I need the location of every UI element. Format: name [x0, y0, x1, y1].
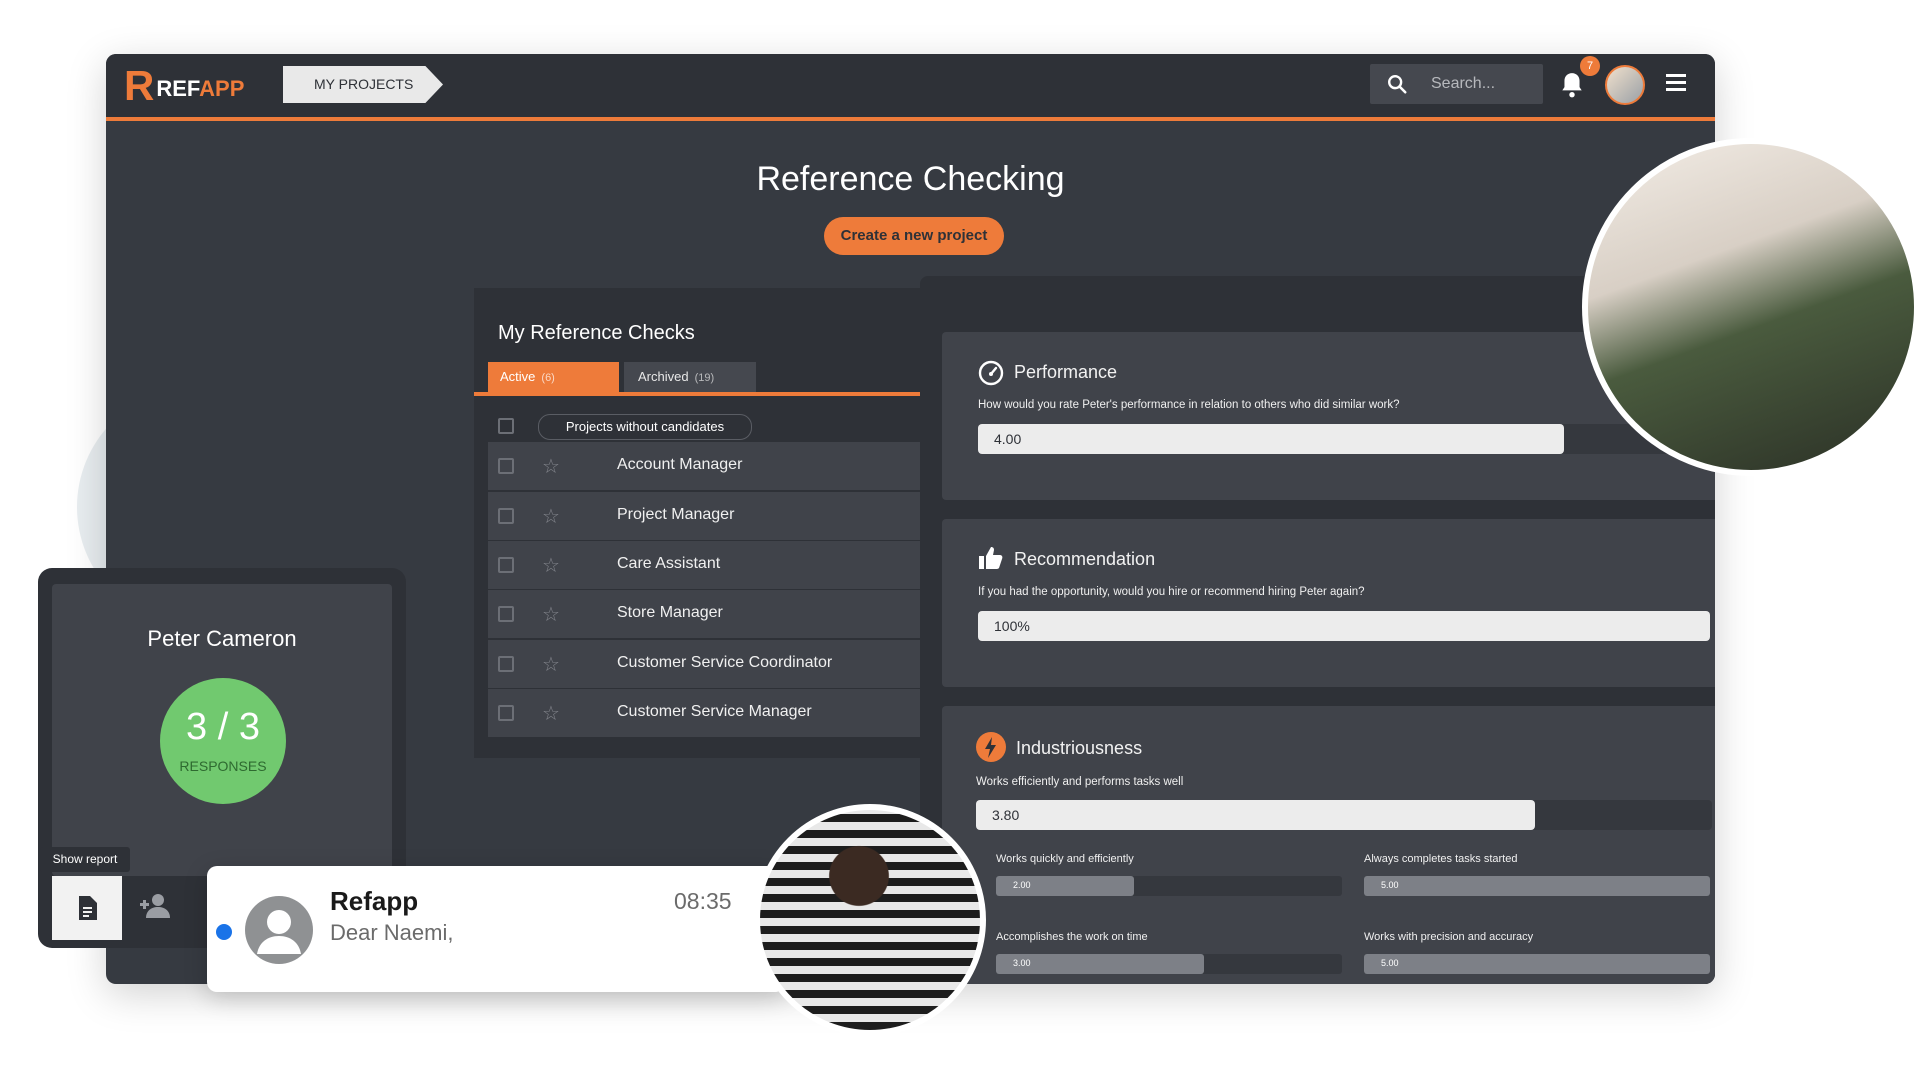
- star-icon[interactable]: ☆: [542, 553, 560, 578]
- project-row[interactable]: ☆ Care Assistant: [488, 541, 920, 591]
- subscore-bar: 5.00: [1364, 876, 1710, 896]
- document-icon: [79, 896, 97, 920]
- user-avatar[interactable]: [1605, 65, 1645, 105]
- subscore-value: 2.00: [1013, 880, 1031, 890]
- subscore-bar: 3.00: [996, 954, 1342, 974]
- project-row[interactable]: ☆ Project Manager: [488, 492, 920, 542]
- subscore-bar-fill: [1364, 876, 1710, 896]
- subscore-label: Always completes tasks started: [1364, 853, 1518, 865]
- project-name: Customer Service Coordinator: [617, 654, 833, 671]
- subscore-value: 5.00: [1381, 880, 1399, 890]
- project-row[interactable]: ☆ Store Manager: [488, 590, 920, 640]
- project-row[interactable]: ☆ Account Manager: [488, 442, 920, 492]
- notification-app-name: Refapp: [330, 886, 419, 916]
- notification-time: 08:35: [674, 888, 732, 914]
- tab-active[interactable]: Active (6): [488, 362, 619, 392]
- menu-icon[interactable]: [1666, 74, 1690, 94]
- star-icon[interactable]: ☆: [542, 602, 560, 627]
- performance-gauge-icon: [978, 360, 1004, 386]
- star-icon[interactable]: ☆: [542, 504, 560, 529]
- candidate-name: Peter Cameron: [147, 626, 297, 651]
- show-report-button[interactable]: [52, 876, 122, 940]
- bell-icon[interactable]: [1559, 71, 1585, 99]
- people-icon[interactable]: [138, 888, 174, 924]
- notification-count-badge: 7: [1580, 56, 1600, 76]
- tab-underline: [474, 392, 920, 396]
- refapp-logo[interactable]: R REFAPP: [124, 65, 245, 107]
- project-name: Store Manager: [617, 604, 723, 621]
- project-name: Care Assistant: [617, 555, 721, 572]
- recommendation-question: If you had the opportunity, would you hi…: [978, 586, 1365, 598]
- projects-without-candidates-filter[interactable]: Projects without candidates: [538, 414, 752, 440]
- create-project-button[interactable]: Create a new project: [824, 217, 1004, 255]
- tab-active-count: (6): [541, 372, 555, 384]
- industriousness-title: Industriousness: [1016, 738, 1143, 758]
- industriousness-bar: 3.80: [976, 800, 1712, 830]
- recommendation-title: Recommendation: [1014, 549, 1156, 569]
- top-navigation-bar: R REFAPP MY PROJECTS Search... 7: [106, 54, 1715, 121]
- recommendation-bar: 100%: [978, 611, 1710, 641]
- subscore-bar: 5.00: [1364, 954, 1710, 974]
- row-checkbox[interactable]: [498, 458, 514, 474]
- thumbs-up-icon: [979, 547, 1003, 569]
- search-box[interactable]: Search...: [1370, 64, 1543, 104]
- notification-message: Dear Naemi,: [330, 920, 454, 945]
- subscore-label: Works with precision and accuracy: [1364, 931, 1534, 943]
- project-name: Project Manager: [617, 506, 735, 523]
- select-all-checkbox[interactable]: [498, 418, 514, 434]
- project-name: Account Manager: [617, 456, 743, 473]
- reference-results-panel: Performance How would you rate Peter's p…: [920, 276, 1715, 984]
- logo-ref: REF: [156, 76, 200, 101]
- tab-archived[interactable]: Archived (19): [624, 362, 756, 392]
- responses-circle: 3 / 3 RESPONSES: [160, 678, 286, 804]
- responses-count: 3 / 3: [186, 706, 260, 748]
- candidate-summary: Peter Cameron 3 / 3 RESPONSES: [52, 584, 392, 876]
- recommendation-value: 100%: [994, 618, 1030, 634]
- subscore-value: 5.00: [1381, 958, 1399, 968]
- performance-value: 4.00: [994, 431, 1022, 447]
- subscore-bar-fill: [1364, 954, 1710, 974]
- row-checkbox[interactable]: [498, 705, 514, 721]
- lightning-icon: [976, 732, 1006, 762]
- row-checkbox[interactable]: [498, 557, 514, 573]
- push-notification[interactable]: Refapp 08:35 Dear Naemi,: [207, 866, 785, 992]
- show-report-tooltip: Show report: [40, 847, 130, 872]
- logo-app: APP: [199, 76, 245, 101]
- star-icon[interactable]: ☆: [542, 701, 560, 726]
- subscore-label: Works quickly and efficiently: [996, 853, 1134, 865]
- unread-dot: [216, 924, 232, 940]
- performance-bar: 4.00: [978, 424, 1710, 454]
- subscore-bar: 2.00: [996, 876, 1342, 896]
- panel-title: My Reference Checks: [498, 322, 695, 344]
- industriousness-question: Works efficiently and performs tasks wel…: [976, 776, 1184, 788]
- recommendation-card: Recommendation If you had the opportunit…: [942, 519, 1715, 687]
- team-photo: [1582, 138, 1920, 476]
- project-row[interactable]: ☆ Customer Service Coordinator: [488, 640, 920, 690]
- star-icon[interactable]: ☆: [542, 454, 560, 479]
- recommendation-bar-fill: [978, 611, 1710, 641]
- star-icon[interactable]: ☆: [542, 652, 560, 677]
- subscore-value: 3.00: [1013, 958, 1031, 968]
- responses-label: RESPONSES: [179, 758, 267, 774]
- industriousness-value: 3.80: [992, 807, 1020, 823]
- subscore-label: Accomplishes the work on time: [996, 931, 1148, 943]
- breadcrumb-my-projects[interactable]: MY PROJECTS: [283, 66, 443, 103]
- tab-archived-count: (19): [694, 372, 715, 384]
- page-title: Reference Checking: [756, 160, 1065, 198]
- row-checkbox[interactable]: [498, 656, 514, 672]
- industriousness-card: Industriousness Works efficiently and pe…: [942, 706, 1715, 984]
- industriousness-bar-fill: [976, 800, 1536, 830]
- search-input[interactable]: Search...: [1431, 75, 1495, 93]
- performance-title: Performance: [1014, 362, 1118, 382]
- project-row[interactable]: ☆ Customer Service Manager: [488, 689, 920, 739]
- search-icon: [1388, 75, 1407, 94]
- performance-question: How would you rate Peter's performance i…: [978, 399, 1400, 411]
- my-reference-checks-panel: My Reference Checks Active (6) Archived (1…: [474, 288, 920, 758]
- respondent-photo: [754, 804, 986, 1036]
- user-placeholder-icon: [245, 896, 313, 964]
- performance-bar-fill: [978, 424, 1564, 454]
- project-name: Customer Service Manager: [617, 703, 812, 720]
- row-checkbox[interactable]: [498, 606, 514, 622]
- row-checkbox[interactable]: [498, 508, 514, 524]
